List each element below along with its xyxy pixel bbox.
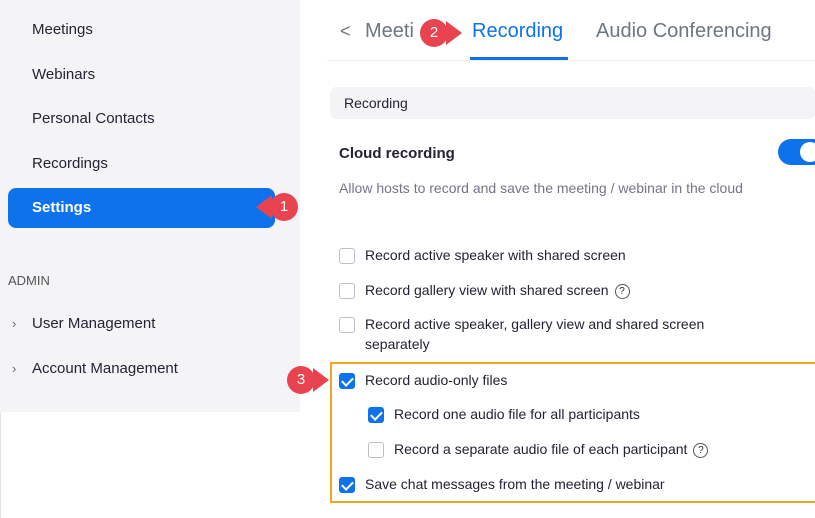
checkbox-gallery-view[interactable] [339, 283, 355, 299]
help-icon[interactable]: ? [693, 443, 709, 458]
annotation-arrow [313, 368, 329, 392]
checkbox-save-chat[interactable] [339, 477, 355, 493]
cloud-recording-toggle[interactable] [778, 139, 815, 165]
sidebar-item-account-management[interactable]: Account Management [32, 360, 178, 377]
option-label: Record one audio file for all participan… [394, 406, 640, 422]
section-title: Recording [344, 95, 408, 111]
step-badge-3: 3 [287, 366, 315, 394]
toggle-knob [800, 142, 815, 162]
checkbox-audio-only[interactable] [339, 373, 355, 389]
sidebar-item-personal-contacts[interactable]: Personal Contacts [32, 110, 155, 127]
option-label: Record audio-only files [365, 372, 508, 388]
tab-active-indicator [470, 57, 568, 60]
step-badge-2: 2 [420, 19, 448, 47]
sidebar-item-recordings[interactable]: Recordings [32, 155, 108, 172]
checkbox-active-speaker[interactable] [339, 248, 355, 264]
option-label: Record active speaker, gallery view and … [365, 316, 705, 352]
sidebar-item-user-management[interactable]: User Management [32, 315, 155, 332]
annotation-arrow [446, 21, 462, 45]
chevron-right-icon[interactable]: › [12, 361, 16, 376]
chevron-left-icon[interactable]: < [340, 21, 351, 42]
checkbox-separately[interactable] [339, 317, 355, 333]
help-icon[interactable]: ? [614, 284, 630, 299]
sidebar-item-settings[interactable]: Settings [8, 188, 275, 228]
chevron-right-icon[interactable]: › [12, 316, 16, 331]
sidebar-item-webinars[interactable]: Webinars [32, 66, 95, 83]
option-label: Save chat messages from the meeting / we… [365, 476, 665, 492]
sidebar-item-meetings[interactable]: Meetings [32, 21, 93, 38]
cloud-recording-title: Cloud recording [339, 145, 455, 162]
sidebar: Meetings Webinars Personal Contacts Reco… [0, 0, 300, 412]
admin-heading: ADMIN [8, 273, 50, 288]
option-label: Record gallery view with shared screen [365, 282, 609, 298]
checkbox-one-audio-file[interactable] [368, 407, 384, 423]
cloud-recording-description: Allow hosts to record and save the meeti… [339, 180, 743, 196]
option-label: Record active speaker with shared screen [365, 247, 626, 263]
option-gallery-view: Record gallery view with shared screen? [365, 280, 630, 300]
tab-audio-conferencing[interactable]: Audio Conferencing [596, 20, 772, 43]
option-label: Record a separate audio file of each par… [394, 441, 688, 457]
tab-recording[interactable]: Recording [472, 20, 563, 43]
section-header: Recording [330, 87, 815, 119]
step-badge-1: 1 [270, 193, 298, 221]
sidebar-item-label: Settings [32, 199, 92, 216]
tab-meetings[interactable]: Meeti [365, 20, 414, 43]
checkbox-separate-audio[interactable] [368, 442, 384, 458]
option-separate-audio: Record a separate audio file of each par… [394, 439, 709, 459]
